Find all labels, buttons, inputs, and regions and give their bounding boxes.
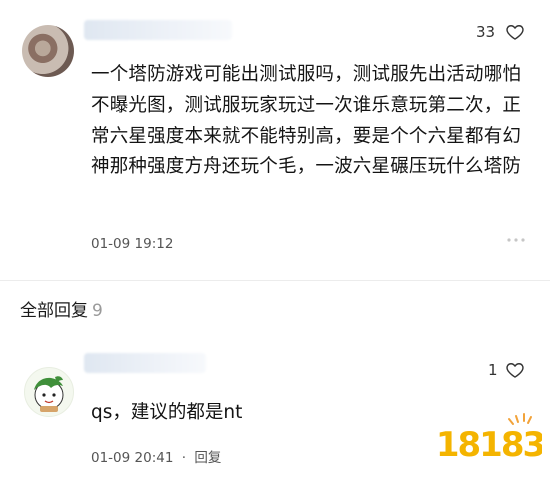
reply-heart-icon[interactable]	[505, 360, 525, 380]
avatar[interactable]	[22, 25, 74, 77]
reply-text: qs，建议的都是nt	[91, 402, 243, 423]
comment-timestamp: 01-09 19:12	[91, 236, 174, 252]
meta-separator: ·	[181, 450, 187, 466]
cartoon-avatar-icon	[34, 376, 64, 412]
replies-label: 全部回复	[20, 301, 88, 321]
replies-count: 9	[92, 301, 103, 321]
reply-like-count: 1	[488, 361, 498, 379]
like-count: 33	[476, 23, 496, 41]
heart-icon[interactable]	[505, 22, 525, 42]
username-blurred[interactable]	[84, 20, 232, 40]
reply-button[interactable]: 回复	[194, 450, 221, 466]
reply-meta: 01-09 20:41 · 回复	[91, 446, 221, 466]
watermark-text: 18183	[438, 425, 542, 465]
divider	[0, 280, 550, 281]
comment-text: 一个塔防游戏可能出测试服吗，测试服先出活动哪怕不曝光图，测试服玩家玩过一次谁乐意…	[91, 64, 522, 178]
more-dots-icon[interactable]	[506, 236, 526, 244]
replies-header: 全部回复 9	[20, 296, 103, 321]
reply-avatar[interactable]	[24, 367, 74, 417]
reply-username-blurred[interactable]	[84, 353, 206, 373]
reply-timestamp: 01-09 20:41	[91, 450, 174, 466]
watermark-logo: 18183	[438, 413, 542, 468]
